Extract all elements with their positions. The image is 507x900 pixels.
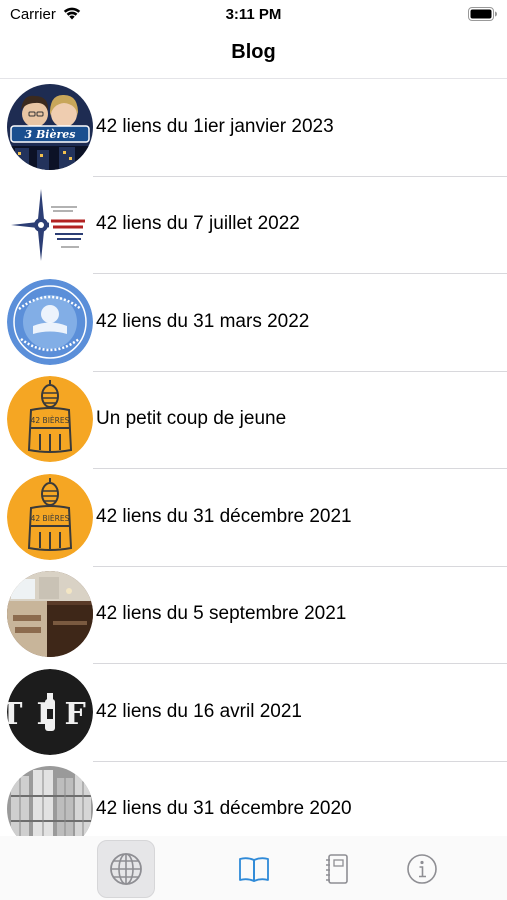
list-item[interactable]: 42 liens du 31 mars 2022 [0, 273, 507, 371]
bieres-42-logo-text: 42 BIÈRES [31, 416, 70, 425]
tab-notebook[interactable] [308, 840, 366, 898]
tab-bar [0, 836, 507, 900]
globe-icon [110, 853, 142, 885]
status-bar: Carrier 3:11 PM [0, 0, 507, 30]
post-title: 42 liens du 7 juillet 2022 [96, 213, 300, 235]
tab-globe[interactable] [97, 840, 155, 898]
post-thumbnail-brewpub-interior [7, 571, 93, 658]
post-title: 42 liens du 31 décembre 2021 [96, 505, 352, 527]
post-title: 42 liens du 31 décembre 2020 [96, 798, 352, 820]
tab-blog[interactable] [225, 840, 283, 898]
post-thumbnail-brewery-tanks [7, 766, 93, 846]
post-title: 42 liens du 31 mars 2022 [96, 310, 310, 332]
list-item[interactable]: 42 BIÈRES 42 liens du 31 décembre 2021 [0, 468, 507, 566]
post-title: 42 liens du 1ier janvier 2023 [96, 115, 334, 137]
post-title: Un petit coup de jeune [96, 408, 287, 430]
list-item[interactable]: 42 BIÈRES Un petit coup de jeune [0, 370, 507, 469]
bieres-42-logo-text: 42 BIÈRES [31, 514, 70, 523]
post-thumbnail-42-bieres: 42 BIÈRES [7, 376, 93, 463]
status-time: 3:11 PM [225, 6, 282, 23]
post-thumbnail-3-bieres: 3 Bières [7, 83, 93, 170]
list-item[interactable]: 42 liens du 7 juillet 2022 [0, 175, 507, 274]
post-thumbnail-tif: TIF [7, 668, 93, 755]
info-icon [407, 854, 437, 884]
tab-info[interactable] [393, 840, 451, 898]
post-thumbnail-au-vent-du-nord [7, 181, 93, 268]
navigation-bar: Blog [0, 30, 507, 78]
page-title: Blog [231, 41, 276, 63]
notebook-icon [326, 854, 348, 884]
battery-icon [468, 7, 497, 21]
post-title: 42 liens du 5 septembre 2021 [96, 603, 347, 625]
three-bieres-logo-text: 3 Bières [25, 128, 76, 141]
post-thumbnail-festival-badge [7, 278, 93, 365]
post-thumbnail-42-bieres: 42 BIÈRES [7, 473, 93, 560]
post-title: 42 liens du 16 avril 2021 [96, 700, 302, 722]
blog-post-list[interactable]: 3 Bières 42 liens du 1ier janvier 2023 4… [0, 78, 507, 846]
list-item[interactable]: TIF 42 liens du 16 avril 2021 [0, 663, 507, 761]
list-item[interactable]: 42 liens du 5 septembre 2021 [0, 565, 507, 664]
book-icon [239, 857, 269, 882]
list-item[interactable]: 3 Bières 42 liens du 1ier janvier 2023 [0, 78, 507, 176]
list-item[interactable]: 42 liens du 31 décembre 2020 [0, 760, 507, 846]
